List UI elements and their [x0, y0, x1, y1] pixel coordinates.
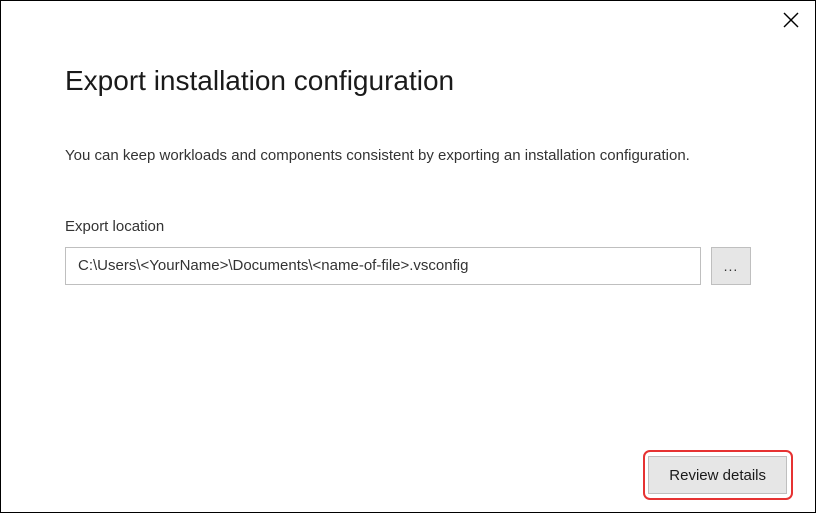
browse-button[interactable]: ... — [711, 247, 751, 285]
dialog-footer: Review details — [648, 456, 787, 494]
export-location-input[interactable] — [65, 247, 701, 285]
close-button[interactable] — [777, 7, 805, 35]
dialog-title: Export installation configuration — [65, 65, 751, 97]
close-icon — [783, 12, 799, 31]
export-location-label: Export location — [65, 218, 751, 235]
dialog-description: You can keep workloads and components co… — [65, 145, 751, 168]
export-location-row: ... — [65, 247, 751, 285]
dialog-content: Export installation configuration You ca… — [1, 1, 815, 285]
review-details-button[interactable]: Review details — [648, 456, 787, 494]
